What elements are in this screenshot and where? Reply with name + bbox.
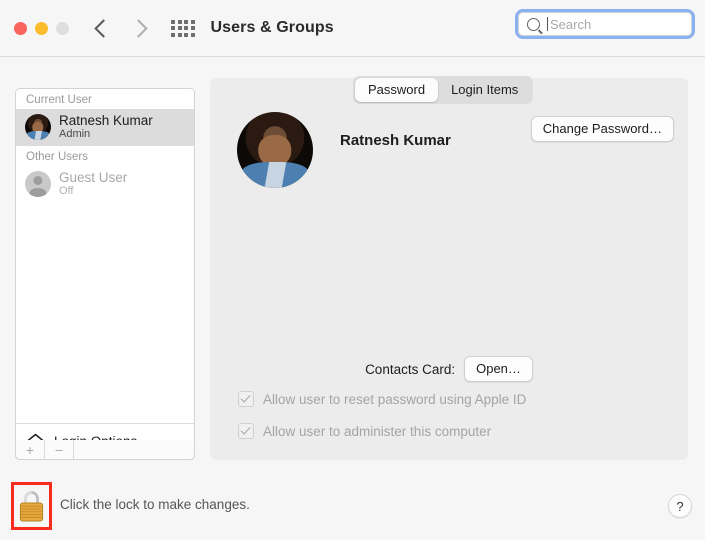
close-button[interactable] [14,21,27,35]
avatar [25,113,51,140]
tab-bar[interactable]: Password Login Items [353,76,534,104]
checkbox-row-reset-password[interactable]: Allow user to reset password using Apple… [238,391,526,407]
forward-chevron-icon[interactable] [129,18,148,38]
window-titlebar: Users & Groups Search [0,0,705,57]
guest-avatar-icon [25,170,51,197]
lock-instruction-text: Click the lock to make changes. [60,497,250,512]
back-chevron-icon[interactable] [94,18,113,38]
group-header-other-users: Other Users [26,150,88,163]
user-name: Ratnesh Kumar [59,113,153,128]
checkbox-label: Allow user to administer this computer [263,423,492,439]
checkbox-label: Allow user to reset password using Apple… [263,391,527,407]
sidebar-item-guest-user[interactable]: Guest User Off [16,166,194,203]
user-role: Admin [59,128,91,141]
user-role: Off [59,185,74,198]
tab-password[interactable]: Password [355,78,439,102]
contacts-card-label: Contacts Card: [365,361,456,377]
group-header-current-user: Current User [26,94,92,106]
text-caret [547,17,548,31]
grid-icon[interactable] [171,19,195,37]
zoom-button [56,21,69,35]
open-contacts-card-button[interactable]: Open… [464,356,533,382]
page-title: Users & Groups [210,19,334,36]
user-name: Guest User [59,169,128,185]
lock-icon[interactable] [18,488,45,523]
search-field[interactable]: Search [515,9,695,39]
navigation-arrows [94,18,148,38]
minimize-button[interactable] [35,21,48,35]
search-input[interactable]: Search [518,12,692,36]
users-list-sidebar[interactable]: Current User Ratnesh Kumar Admin Other U… [15,88,195,460]
user-header: Ratnesh Kumar Change Password… [237,112,674,188]
traffic-lights [14,21,69,35]
add-user-button[interactable]: + [16,440,45,459]
sidebar-item-ratnesh-kumar[interactable]: Ratnesh Kumar Admin [16,109,194,146]
checkbox-administer-computer[interactable] [238,423,254,439]
tab-login-items[interactable]: Login Items [438,78,531,102]
contacts-card-row: Contacts Card: Open… [210,356,688,382]
search-icon [527,17,540,31]
main-panel: Password Login Items Ratnesh Kumar Chang… [210,76,688,460]
search-placeholder: Search [550,16,592,32]
user-avatar[interactable] [237,112,313,188]
checkbox-row-administer-computer[interactable]: Allow user to administer this computer [238,423,491,439]
change-password-button[interactable]: Change Password… [530,116,674,142]
checkbox-reset-password[interactable] [238,391,254,407]
add-remove-user-toolbar[interactable]: + − [15,440,195,460]
user-full-name: Ratnesh Kumar [340,131,451,149]
remove-user-button[interactable]: − [45,440,74,459]
help-button[interactable]: ? [668,494,692,518]
